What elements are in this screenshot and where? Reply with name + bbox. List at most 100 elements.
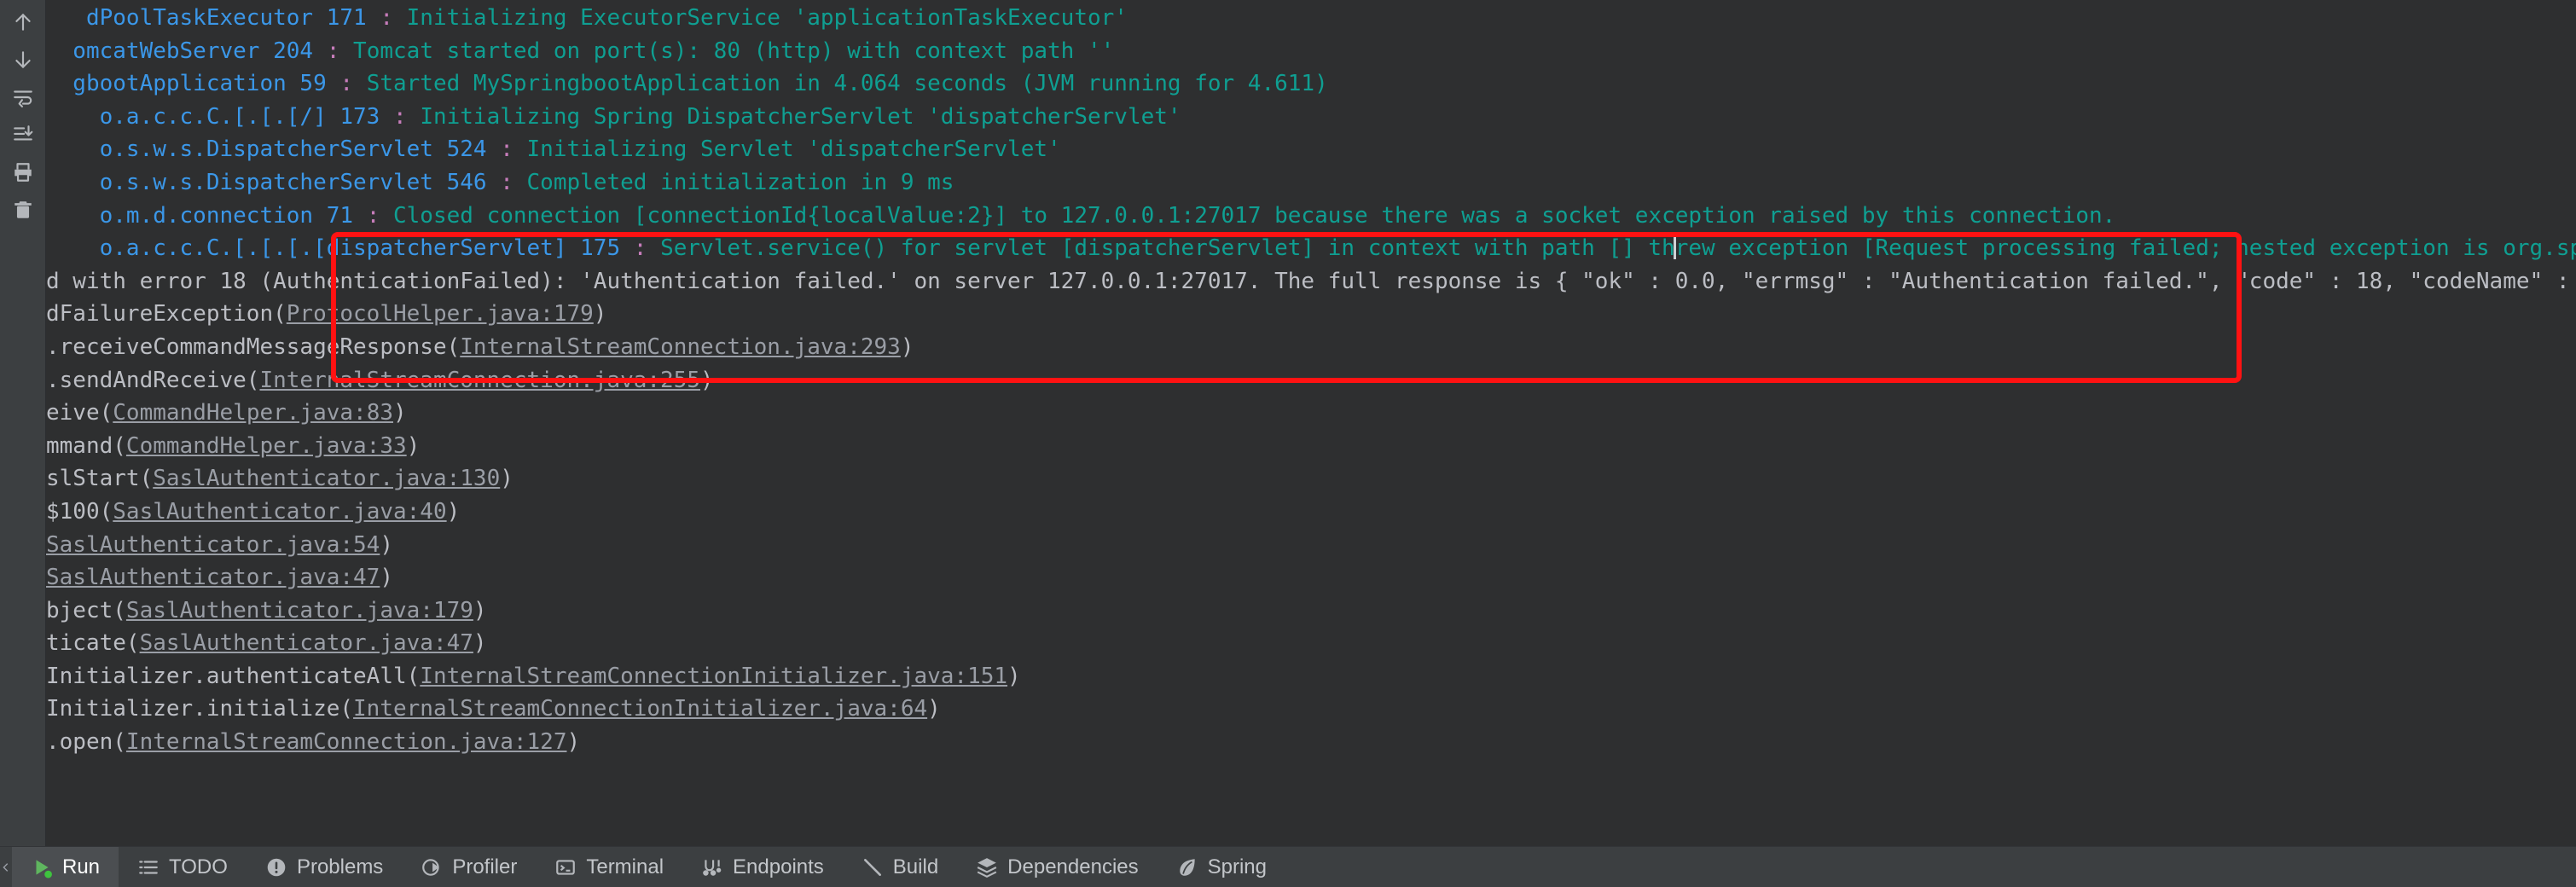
tool-window-collapse-icon[interactable] bbox=[0, 847, 12, 887]
console-log-line: o.a.c.c.C.[.[.[/] 173 : Initializing Spr… bbox=[46, 101, 2576, 134]
console-log-line: gbootApplication 59 : Started MySpringbo… bbox=[46, 67, 2576, 101]
console-log-line: SaslAuthenticator.java:54) bbox=[46, 529, 2576, 562]
stacktrace-link[interactable]: SaslAuthenticator.java:40 bbox=[113, 499, 446, 525]
log-segment: Started MySpringbootApplication in 4.064… bbox=[366, 71, 1328, 97]
console-log-line: dPoolTaskExecutor 171 : Initializing Exe… bbox=[46, 2, 2576, 35]
console-log-line: slStart(SaslAuthenticator.java:130) bbox=[46, 462, 2576, 496]
stacktrace-link[interactable]: SaslAuthenticator.java:47 bbox=[140, 630, 473, 656]
log-segment: ) bbox=[393, 400, 407, 426]
tab-run[interactable]: Run bbox=[12, 847, 119, 887]
log-segment: : bbox=[393, 103, 421, 130]
log-segment: bject( bbox=[46, 597, 126, 623]
down-arrow-icon[interactable] bbox=[3, 41, 43, 78]
tab-endpoints[interactable]: Endpoints bbox=[682, 847, 843, 887]
log-segment: .sendAndReceive( bbox=[46, 367, 260, 393]
console-log-line: eive(CommandHelper.java:83) bbox=[46, 397, 2576, 430]
stacktrace-link[interactable]: InternalStreamConnection.java:293 bbox=[460, 334, 901, 360]
console-output[interactable]: dPoolTaskExecutor 171 : Initializing Exe… bbox=[46, 0, 2576, 846]
tab-label: Dependencies bbox=[1007, 855, 1139, 878]
log-segment: o.a.c.c.C.[.[.[.[dispatcherServlet] 175 bbox=[46, 235, 634, 262]
log-segment: dPoolTaskExecutor 171 bbox=[46, 5, 380, 31]
print-icon[interactable] bbox=[3, 154, 43, 191]
log-segment: slStart( bbox=[46, 466, 154, 492]
stacktrace-link[interactable]: InternalStreamConnectionInitializer.java… bbox=[420, 664, 1007, 689]
log-segment: o.s.w.s.DispatcherServlet 546 bbox=[46, 169, 501, 195]
log-segment: ) bbox=[500, 466, 513, 492]
stacktrace-link[interactable]: ProtocolHelper.java:179 bbox=[287, 301, 594, 327]
tab-dependencies[interactable]: Dependencies bbox=[957, 847, 1157, 887]
console-log-line: dFailureException(ProtocolHelper.java:17… bbox=[46, 298, 2576, 331]
tab-spring[interactable]: Spring bbox=[1157, 847, 1285, 887]
log-segment: ) bbox=[1007, 663, 1021, 689]
log-segment: Servlet.service() for servlet [dispatche… bbox=[660, 235, 1675, 262]
log-segment: ) bbox=[593, 301, 607, 328]
console-log-line: o.a.c.c.C.[.[.[.[dispatcherServlet] 175 … bbox=[46, 232, 2576, 265]
log-segment: Initializing Servlet 'dispatcherServlet' bbox=[526, 136, 1061, 163]
log-segment: o.a.c.c.C.[.[.[/] 173 bbox=[46, 103, 393, 130]
soft-wrap-icon[interactable] bbox=[3, 78, 43, 116]
stacktrace-link[interactable]: InternalStreamConnection.java:255 bbox=[259, 368, 700, 393]
tab-label: Problems bbox=[296, 855, 384, 878]
tool-window-tab-bar: Run TODO Problems Profiler Terminal Endpoints… bbox=[0, 846, 2576, 887]
log-segment: : bbox=[326, 38, 354, 64]
console-log-line: .open(InternalStreamConnection.java:127) bbox=[46, 726, 2576, 759]
console-side-toolbar bbox=[0, 0, 46, 846]
log-segment: ) bbox=[473, 630, 487, 657]
log-segment: : bbox=[366, 202, 393, 229]
stacktrace-link[interactable]: SaslAuthenticator.java:130 bbox=[153, 466, 500, 491]
run-console-window: dPoolTaskExecutor 171 : Initializing Exe… bbox=[0, 0, 2576, 887]
log-segment: .open( bbox=[46, 729, 126, 756]
tab-build[interactable]: Build bbox=[843, 847, 957, 887]
tab-profiler[interactable]: Profiler bbox=[402, 847, 536, 887]
log-segment: ) bbox=[927, 696, 941, 722]
console-vertical-scrollbar[interactable] bbox=[2567, 0, 2576, 846]
log-segment: ) bbox=[473, 597, 487, 623]
run-triangle-icon bbox=[31, 856, 53, 878]
console-log-line: o.m.d.connection 71 : Closed connection … bbox=[46, 200, 2576, 233]
log-segment: ticate( bbox=[46, 630, 140, 657]
tab-label: Endpoints bbox=[733, 855, 824, 878]
console-log-line: $100(SaslAuthenticator.java:40) bbox=[46, 496, 2576, 529]
log-segment: ) bbox=[406, 432, 421, 459]
up-arrow-icon[interactable] bbox=[3, 3, 43, 41]
tab-problems[interactable]: Problems bbox=[247, 847, 402, 887]
tab-label: TODO bbox=[169, 855, 228, 878]
console-log-line: omcatWebServer 204 : Tomcat started on p… bbox=[46, 35, 2576, 68]
console-log-line: mmand(CommandHelper.java:33) bbox=[46, 430, 2576, 463]
stacktrace-link[interactable]: CommandHelper.java:83 bbox=[113, 400, 393, 426]
log-segment: Completed initialization in 9 ms bbox=[526, 169, 954, 195]
log-segment: ) bbox=[900, 333, 914, 360]
tab-label: Profiler bbox=[452, 855, 518, 878]
console-main-area: dPoolTaskExecutor 171 : Initializing Exe… bbox=[0, 0, 2576, 846]
log-segment: Initializer.authenticateAll( bbox=[46, 663, 421, 689]
log-segment: ) bbox=[446, 498, 461, 525]
console-log-line: d with error 18 (AuthenticationFailed): … bbox=[46, 265, 2576, 299]
dependencies-icon bbox=[976, 856, 998, 878]
tab-todo[interactable]: TODO bbox=[119, 847, 247, 887]
log-segment: : bbox=[380, 5, 407, 31]
log-segment: Initializer.initialize( bbox=[46, 696, 354, 722]
console-log-line: ticate(SaslAuthenticator.java:47) bbox=[46, 627, 2576, 660]
log-segment: Tomcat started on port(s): 80 (http) wit… bbox=[353, 38, 1115, 64]
scroll-to-end-icon[interactable] bbox=[3, 116, 43, 154]
console-log-line: Initializer.initialize(InternalStreamCon… bbox=[46, 693, 2576, 726]
stacktrace-link[interactable]: InternalStreamConnectionInitializer.java… bbox=[353, 696, 927, 722]
log-segment: rew exception [Request processing failed… bbox=[1674, 235, 2576, 262]
console-log-line: o.s.w.s.DispatcherServlet 546 : Complete… bbox=[46, 166, 2576, 200]
console-log-line: .receiveCommandMessageResponse(InternalS… bbox=[46, 331, 2576, 364]
stacktrace-link[interactable]: SaslAuthenticator.java:54 bbox=[46, 532, 380, 558]
stacktrace-link[interactable]: InternalStreamConnection.java:127 bbox=[126, 729, 567, 755]
tab-label: Spring bbox=[1207, 855, 1267, 878]
stacktrace-link[interactable]: CommandHelper.java:33 bbox=[126, 433, 407, 459]
stacktrace-link[interactable]: SaslAuthenticator.java:179 bbox=[126, 598, 473, 623]
stacktrace-link[interactable]: SaslAuthenticator.java:47 bbox=[46, 565, 380, 590]
profiler-icon bbox=[421, 856, 443, 878]
log-segment: .receiveCommandMessageResponse( bbox=[46, 333, 461, 360]
log-segment: $100( bbox=[46, 498, 113, 525]
console-log-line: Initializer.authenticateAll(InternalStre… bbox=[46, 660, 2576, 693]
console-log-line: o.s.w.s.DispatcherServlet 524 : Initiali… bbox=[46, 133, 2576, 166]
log-segment: mmand( bbox=[46, 432, 126, 459]
trash-icon[interactable] bbox=[3, 191, 43, 229]
tab-terminal[interactable]: Terminal bbox=[536, 847, 682, 887]
log-segment: eive( bbox=[46, 400, 113, 426]
